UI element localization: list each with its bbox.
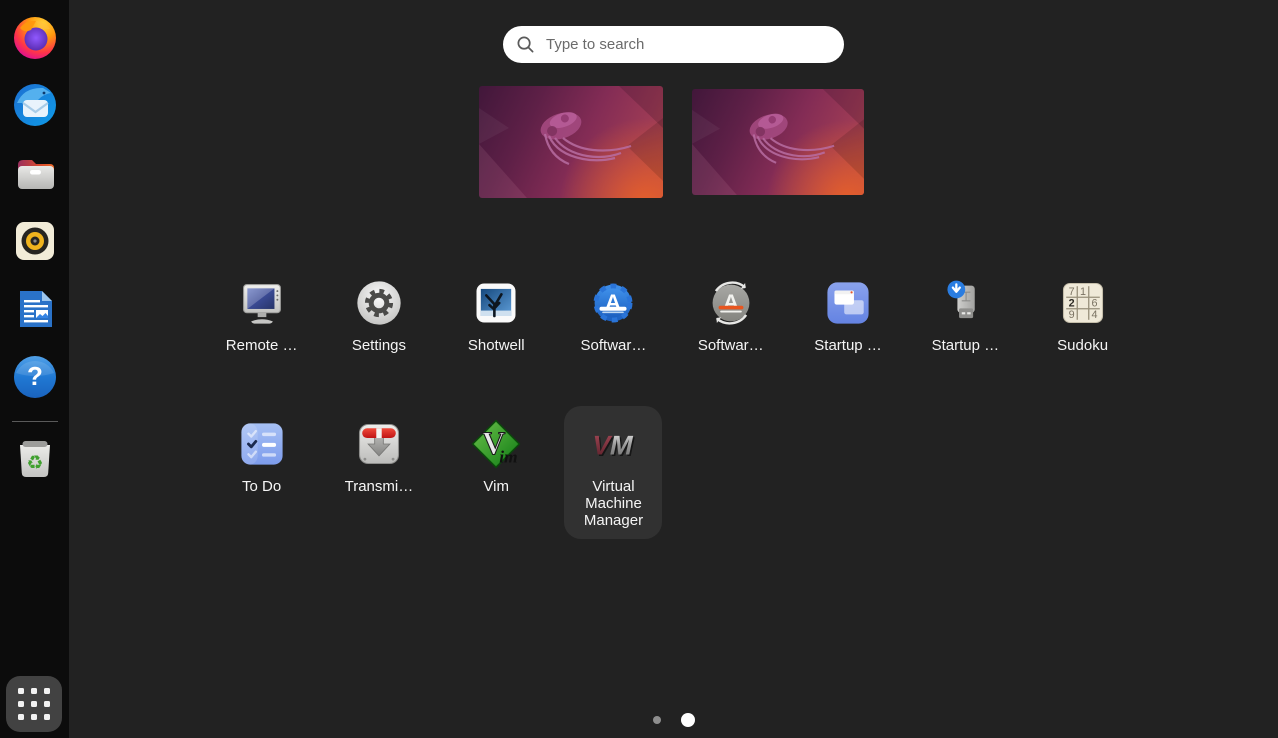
app-tile-transmission[interactable]: Transmi… bbox=[330, 406, 428, 539]
app-label: Softwar… bbox=[581, 337, 647, 354]
svg-text:im: im bbox=[499, 447, 517, 466]
transmission-icon bbox=[353, 418, 405, 470]
app-label: Shotwell bbox=[468, 337, 525, 354]
dock: ? ♻ bbox=[0, 0, 69, 738]
ubuntu-jellyfish-wallpaper bbox=[692, 89, 864, 195]
svg-text:?: ? bbox=[27, 361, 43, 391]
ubuntu-software-icon: A bbox=[587, 277, 639, 329]
settings-gear-icon bbox=[353, 277, 405, 329]
svg-text:7: 7 bbox=[1068, 286, 1074, 298]
libreoffice-writer-icon bbox=[11, 285, 59, 333]
workspace-thumbnail-2[interactable] bbox=[692, 89, 864, 195]
page-indicator bbox=[69, 713, 1278, 727]
app-label: Vim bbox=[483, 478, 509, 495]
app-grid-row-2: To Do bbox=[203, 406, 1143, 539]
virtual-machine-manager-icon: VM V M bbox=[587, 418, 639, 470]
gnome-activities-overview: ? ♻ bbox=[0, 0, 1278, 738]
vim-icon: V im bbox=[470, 418, 522, 470]
dock-item-firefox[interactable] bbox=[11, 13, 59, 61]
search-icon bbox=[516, 35, 535, 54]
app-label: Sudoku bbox=[1057, 337, 1108, 354]
app-label: Startup … bbox=[932, 337, 1000, 354]
dock-items: ? ♻ bbox=[0, 0, 69, 481]
page-dot-2[interactable] bbox=[681, 713, 695, 727]
app-tile-vim[interactable]: V im Vim bbox=[447, 406, 545, 539]
app-tile-shotwell[interactable]: Shotwell bbox=[447, 265, 545, 398]
dock-item-help[interactable]: ? bbox=[11, 353, 59, 401]
dock-item-rhythmbox[interactable] bbox=[11, 217, 59, 265]
dock-item-files[interactable] bbox=[11, 149, 59, 197]
svg-text:A: A bbox=[723, 289, 739, 314]
app-label: Startup … bbox=[814, 337, 882, 354]
app-label: To Do bbox=[242, 478, 281, 495]
app-label: Settings bbox=[352, 337, 406, 354]
shotwell-icon bbox=[470, 277, 522, 329]
dock-item-libreoffice-writer[interactable] bbox=[11, 285, 59, 333]
app-grid-row-1: Remote … bbox=[203, 265, 1143, 398]
app-tile-settings[interactable]: Settings bbox=[330, 265, 428, 398]
dock-item-trash[interactable]: ♻ bbox=[11, 433, 59, 481]
software-updater-icon: A bbox=[705, 277, 757, 329]
files-icon bbox=[11, 149, 59, 197]
app-tile-sudoku[interactable]: 7 1 2 6 9 4 Sudoku bbox=[1034, 265, 1132, 398]
app-label: Virtual Machine Manager bbox=[566, 478, 660, 529]
svg-text:1: 1 bbox=[1080, 286, 1086, 298]
svg-text:9: 9 bbox=[1068, 309, 1074, 321]
app-label: Softwar… bbox=[698, 337, 764, 354]
startup-applications-icon bbox=[822, 277, 874, 329]
svg-text:4: 4 bbox=[1091, 309, 1097, 321]
search-input[interactable] bbox=[544, 35, 836, 54]
app-tile-startup-applications[interactable]: Startup … bbox=[799, 265, 897, 398]
app-tile-software-updater[interactable]: A Softwar… bbox=[682, 265, 780, 398]
remote-desktop-icon bbox=[236, 277, 288, 329]
svg-text:6: 6 bbox=[1091, 297, 1097, 309]
app-tile-startup-disk-creator[interactable]: Startup … bbox=[916, 265, 1014, 398]
app-grid: Remote … bbox=[203, 265, 1143, 539]
ubuntu-jellyfish-wallpaper bbox=[479, 86, 663, 198]
sudoku-icon: 7 1 2 6 9 4 bbox=[1057, 277, 1109, 329]
rhythmbox-icon bbox=[11, 217, 59, 265]
page-dot-1[interactable] bbox=[653, 716, 661, 724]
show-apps-button[interactable] bbox=[6, 676, 62, 732]
dock-item-thunderbird[interactable] bbox=[11, 81, 59, 129]
todo-icon bbox=[236, 418, 288, 470]
app-tile-todo[interactable]: To Do bbox=[213, 406, 311, 539]
svg-text:2: 2 bbox=[1068, 297, 1074, 309]
app-tile-software[interactable]: A Softwar… bbox=[564, 265, 662, 398]
dock-separator bbox=[12, 421, 58, 422]
help-icon: ? bbox=[11, 353, 59, 401]
show-apps-grid-icon bbox=[18, 688, 50, 720]
app-label: Transmi… bbox=[345, 478, 414, 495]
firefox-icon bbox=[11, 13, 59, 61]
thunderbird-icon bbox=[11, 81, 59, 129]
app-tile-virtual-machine-manager[interactable]: VM V M Virtual Machine Manager bbox=[564, 406, 662, 539]
search-bar bbox=[503, 26, 844, 63]
svg-text:♻: ♻ bbox=[26, 452, 43, 474]
app-tile-remote[interactable]: Remote … bbox=[213, 265, 311, 398]
workspace-thumbnail-1[interactable] bbox=[479, 86, 663, 198]
trash-icon: ♻ bbox=[11, 433, 59, 481]
app-label: Remote … bbox=[226, 337, 298, 354]
startup-disk-creator-icon bbox=[939, 277, 991, 329]
